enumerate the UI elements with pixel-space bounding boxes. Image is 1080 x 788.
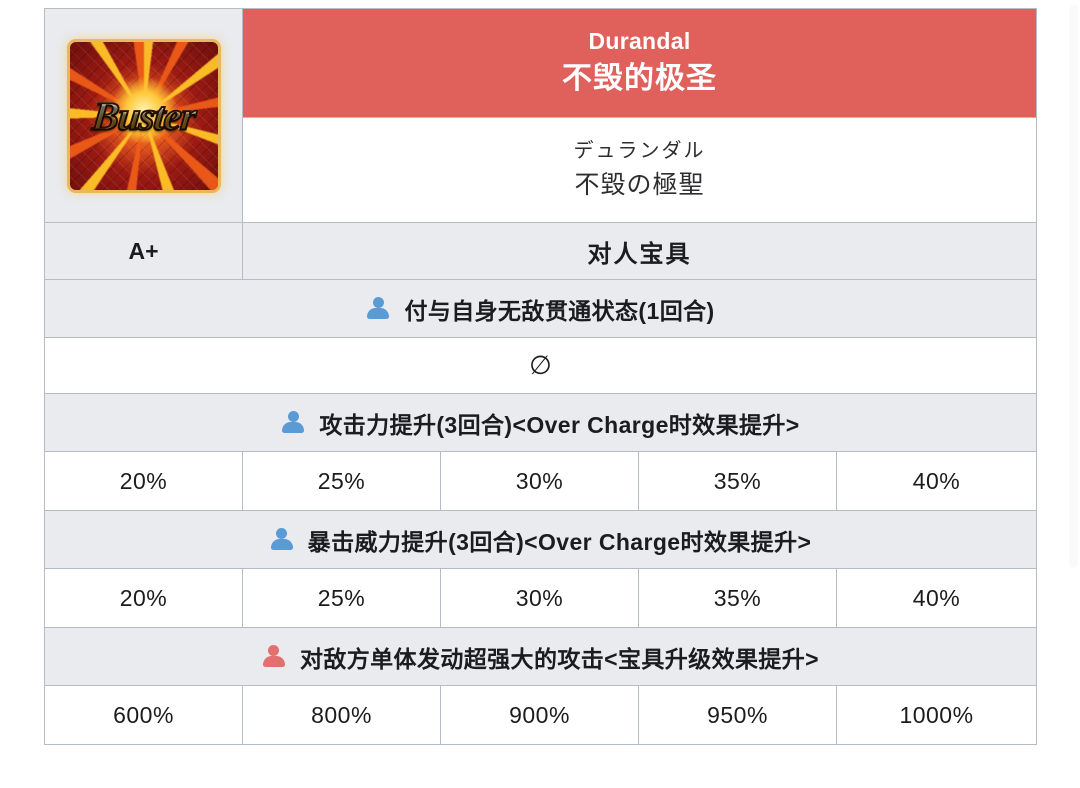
effect-value-3-0: 20% [44, 568, 243, 628]
person-ally-icon [270, 527, 294, 553]
card-type-label: Buster [70, 92, 218, 139]
table-row-values: 20% 25% 30% 35% 40% [44, 451, 1037, 511]
table-row-effect: 攻击力提升(3回合)<Over Charge时效果提升> [44, 393, 1037, 452]
table-row-empty: ∅ [44, 337, 1037, 394]
table-row-values: 20% 25% 30% 35% 40% [44, 568, 1037, 628]
effect-text-0: 付与自身无敌贯通状态(1回合) [404, 297, 715, 324]
buster-card-icon: Buster [69, 41, 218, 190]
effect-value-2-2: 30% [440, 451, 639, 511]
effect-text-3: 暴击威力提升(3回合)<Over Charge时效果提升> [307, 528, 812, 555]
table-row-effect: 付与自身无敌贯通状态(1回合) [44, 279, 1037, 338]
person-ally-icon [366, 296, 390, 322]
noble-phantasm-table-container: Buster Durandal 不毁的极圣 デュランダル 不毀の極聖 A+ 对人… [44, 8, 1037, 745]
effect-description-cell-0: 付与自身无敌贯通状态(1回合) [44, 279, 1037, 338]
person-ally-icon [281, 410, 305, 436]
table-row-effect: 对敌方单体发动超强大的攻击<宝具升级效果提升> [44, 627, 1037, 686]
effect-value-2-0: 20% [44, 451, 243, 511]
page-scrollbar-thumb[interactable] [1069, 4, 1078, 568]
page-scrollbar[interactable] [1066, 0, 1080, 788]
subtitle-cell: デュランダル 不毀の極聖 [242, 117, 1037, 223]
effect-value-4-1: 800% [242, 685, 441, 745]
effect-value-2-4: 40% [836, 451, 1037, 511]
effect-value-3-1: 25% [242, 568, 441, 628]
effect-description-cell-2: 攻击力提升(3回合)<Over Charge时效果提升> [44, 393, 1037, 452]
title-chinese: 不毁的极圣 [562, 61, 717, 95]
effect-value-4-3: 950% [638, 685, 837, 745]
effect-value-3-3: 35% [638, 568, 837, 628]
effect-value-3-4: 40% [836, 568, 1037, 628]
effect-value-4-0: 600% [44, 685, 243, 745]
noble-phantasm-table: Buster Durandal 不毁的极圣 デュランダル 不毀の極聖 A+ 对人… [44, 8, 1037, 745]
rank-cell: A+ [44, 222, 243, 280]
effect-value-2-3: 35% [638, 451, 837, 511]
effect-text-2: 攻击力提升(3回合)<Over Charge时效果提升> [319, 411, 800, 438]
empty-values-cell: ∅ [44, 337, 1037, 394]
card-type-cell: Buster [44, 8, 243, 223]
subtitle-kana: デュランダル [573, 139, 706, 162]
effect-text-4: 对敌方单体发动超强大的攻击<宝具升级效果提升> [299, 645, 820, 672]
effect-description-cell-3: 暴击威力提升(3回合)<Over Charge时效果提升> [44, 510, 1037, 569]
title-english: Durandal [588, 28, 691, 55]
effect-value-2-1: 25% [242, 451, 441, 511]
table-row-values: 600% 800% 900% 950% 1000% [44, 685, 1037, 745]
effect-description-cell-4: 对敌方单体发动超强大的攻击<宝具升级效果提升> [44, 627, 1037, 686]
title-cell: Durandal 不毁的极圣 [242, 8, 1037, 118]
effect-value-3-2: 30% [440, 568, 639, 628]
subtitle-kanji: 不毀の極聖 [574, 170, 705, 199]
effect-value-4-4: 1000% [836, 685, 1037, 745]
target-type-cell: 对人宝具 [242, 222, 1037, 280]
table-row-classification: A+ 对人宝具 [44, 222, 1037, 280]
effect-value-4-2: 900% [440, 685, 639, 745]
table-row-header: Buster Durandal 不毁的极圣 [44, 8, 1037, 223]
person-enemy-icon [262, 644, 286, 670]
table-row-effect: 暴击威力提升(3回合)<Over Charge时效果提升> [44, 510, 1037, 569]
